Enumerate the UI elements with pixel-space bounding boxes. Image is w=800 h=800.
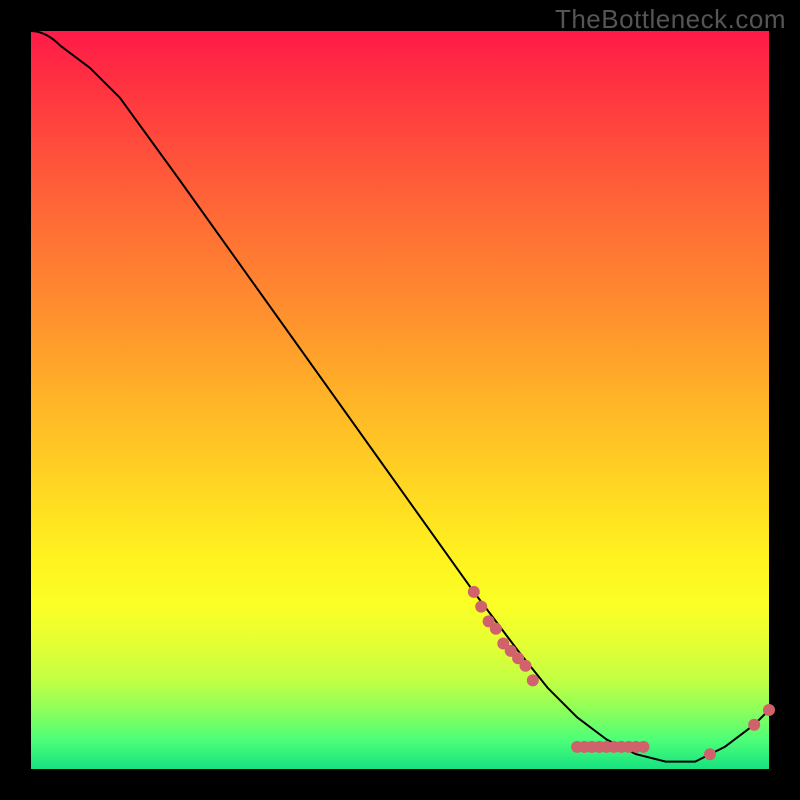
marker-dot: [490, 623, 502, 635]
marker-dot: [527, 674, 539, 686]
marker-dot: [638, 741, 650, 753]
marker-dot: [468, 586, 480, 598]
chart-frame: TheBottleneck.com: [0, 0, 800, 800]
chart-overlay-svg: [31, 31, 769, 769]
marker-dots-group: [468, 586, 775, 760]
marker-dot: [748, 719, 760, 731]
marker-dot: [520, 660, 532, 672]
curve-line: [31, 31, 769, 762]
marker-dot: [763, 704, 775, 716]
marker-dot: [475, 601, 487, 613]
marker-dot: [704, 748, 716, 760]
